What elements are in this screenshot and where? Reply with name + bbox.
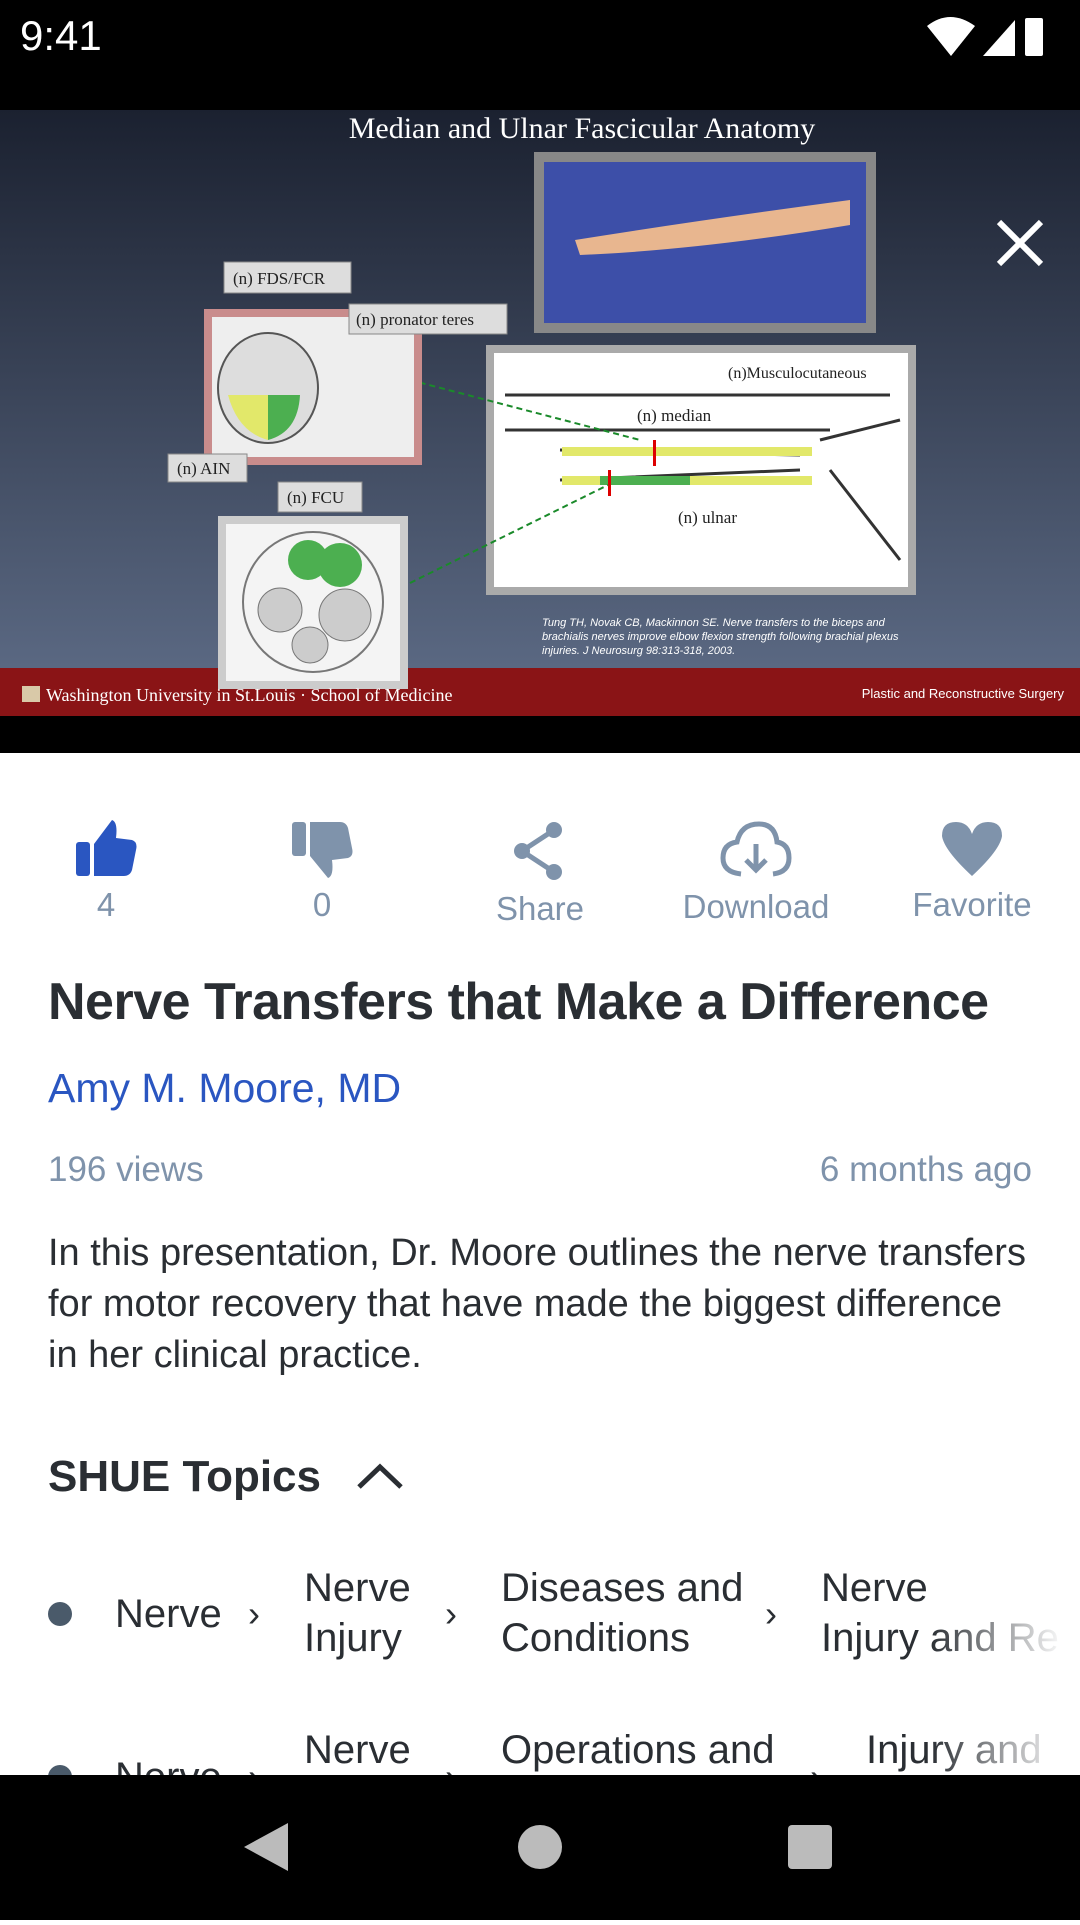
- thumbs-down-icon: [292, 822, 353, 878]
- chevron-right-icon: ›: [248, 1593, 260, 1634]
- wifi-icon: [927, 17, 975, 56]
- svg-text:(n)Musculocutaneous: (n)Musculocutaneous: [728, 365, 867, 382]
- status-bar: 9:41: [0, 0, 1080, 110]
- chevron-right-icon: ›: [765, 1593, 777, 1634]
- home-icon[interactable]: [518, 1825, 562, 1869]
- svg-text:injuries. J Neurosurg 98:313-3: injuries. J Neurosurg 98:313-318, 2003.: [542, 645, 735, 657]
- svg-text:(n) ulnar: (n) ulnar: [678, 508, 737, 527]
- recents-icon[interactable]: [788, 1825, 832, 1869]
- view-count: 196 views: [48, 1150, 204, 1189]
- thumbs-up-icon: [76, 820, 137, 876]
- footer-left: Washington University in St.Louis · Scho…: [46, 685, 453, 705]
- clock: 9:41: [20, 12, 102, 59]
- label-pronator: (n) pronator teres: [356, 310, 474, 329]
- slide-title: Median and Ulnar Fascicular Anatomy: [349, 112, 816, 145]
- svg-text:(n) median: (n) median: [637, 406, 712, 425]
- back-icon[interactable]: [244, 1823, 288, 1871]
- dislike-button[interactable]: 0: [222, 820, 422, 924]
- navigation-bar: [0, 1775, 1080, 1920]
- share-icon: [514, 822, 562, 880]
- download-button[interactable]: Download: [656, 820, 856, 926]
- chevron-right-icon: ›: [445, 1593, 457, 1634]
- author-link[interactable]: Amy M. Moore, MD: [48, 1065, 401, 1112]
- topics-heading: SHUE Topics: [48, 1452, 322, 1501]
- chevron-right-icon: ›: [445, 1752, 457, 1775]
- nerve-diagram: [494, 353, 908, 587]
- topic-path[interactable]: Nerve › Nerve › Operations and › Injury …: [0, 1725, 1080, 1775]
- like-count: 4: [96, 886, 116, 923]
- close-icon[interactable]: [995, 218, 1045, 268]
- description: In this presentation, Dr. Moore outlines…: [48, 1232, 1026, 1376]
- signal-icon: [983, 20, 1015, 56]
- battery-icon: [1025, 18, 1043, 56]
- favorite-button[interactable]: Favorite: [872, 820, 1072, 924]
- slide: Median and Ulnar Fascicular Anatomy (n)M…: [0, 110, 1080, 716]
- topic-path[interactable]: Nerve › Nerve Injury › Diseases and Cond…: [0, 1563, 1080, 1683]
- dislike-count: 0: [312, 886, 332, 923]
- posted-date: 6 months ago: [819, 1150, 1032, 1189]
- video-player[interactable]: Median and Ulnar Fascicular Anatomy (n)M…: [0, 110, 1080, 753]
- status-icons: [927, 17, 1043, 56]
- university-seal: [22, 686, 40, 702]
- label-fds-fcr: (n) FDS/FCR: [233, 269, 326, 288]
- bullet: [48, 1602, 72, 1626]
- like-button[interactable]: 4: [6, 820, 206, 924]
- action-bar: 4 0 Share Download Favorite: [0, 820, 1080, 940]
- label-ain: (n) AIN: [177, 459, 230, 478]
- chevron-right-icon: ›: [248, 1752, 260, 1775]
- label-fcu: (n) FCU: [287, 488, 344, 507]
- video-title: Nerve Transfers that Make a Difference: [48, 973, 989, 1031]
- svg-text:brachialis nerves improve elbo: brachialis nerves improve elbow flexion …: [542, 631, 899, 643]
- chevron-right-icon: ›: [810, 1752, 822, 1775]
- topics-toggle[interactable]: SHUE Topics: [48, 1452, 405, 1502]
- share-button[interactable]: Share: [440, 820, 640, 928]
- bullet: [48, 1765, 72, 1775]
- svg-text:Tung TH, Novak CB, Mackinnon S: Tung TH, Novak CB, Mackinnon SE. Nerve t…: [542, 617, 886, 629]
- footer-right: Plastic and Reconstructive Surgery: [862, 686, 1065, 701]
- chevron-up-icon: [357, 1463, 403, 1489]
- cloud-download-icon: [720, 821, 792, 877]
- heart-icon: [942, 822, 1002, 876]
